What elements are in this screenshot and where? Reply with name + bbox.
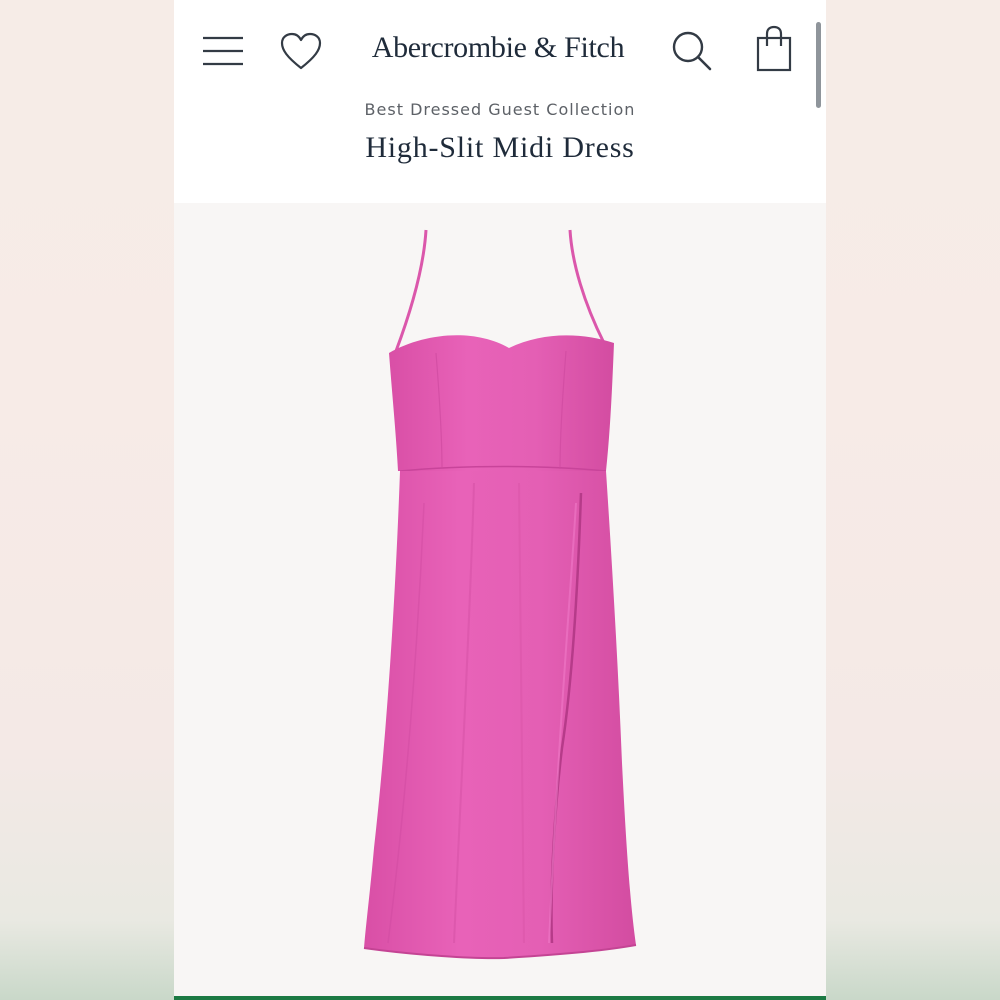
collection-label[interactable]: Best Dressed Guest Collection [174, 98, 826, 122]
search-icon [672, 31, 712, 71]
shopping-bag-button[interactable] [750, 22, 798, 76]
heart-icon [280, 32, 322, 70]
wishlist-button[interactable] [276, 28, 326, 74]
brand-logo[interactable]: Abercrombie & Fitch [334, 28, 662, 68]
pink-dress-illustration [363, 229, 637, 960]
hamburger-menu-icon [203, 36, 243, 66]
bottom-accent-bar [174, 996, 826, 1000]
site-header: Abercrombie & Fitch [174, 0, 826, 108]
product-page-screen: Abercrombie & Fitch Best Dressed Guest C… [174, 0, 826, 1000]
product-title: High-Slit Midi Dress [365, 131, 635, 164]
product-image[interactable] [174, 203, 826, 998]
menu-button[interactable] [198, 28, 248, 74]
scrollbar[interactable] [816, 22, 821, 108]
search-button[interactable] [666, 26, 718, 76]
blurred-left-backdrop [0, 0, 174, 1000]
shopping-bag-icon [756, 25, 792, 72]
blurred-right-backdrop [826, 0, 1000, 1000]
